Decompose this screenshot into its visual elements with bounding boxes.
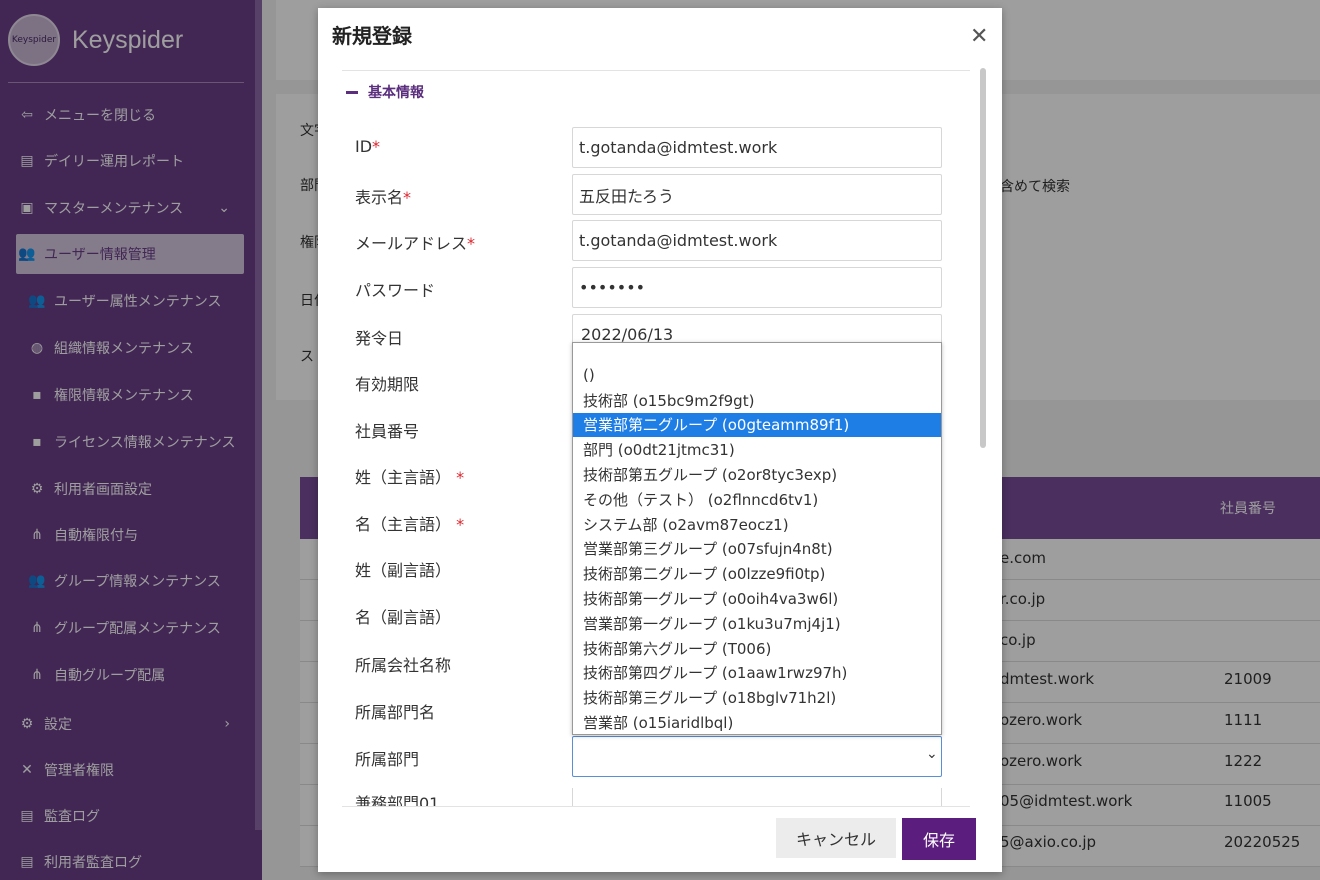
dropdown-option[interactable]: 技術部 (o15bc9m2f9gt) — [573, 388, 941, 413]
email-input[interactable]: t.gotanda@idmtest.work — [572, 220, 942, 261]
concurrent-dept-select[interactable] — [572, 788, 942, 806]
dept-dropdown-list: () 技術部 (o15bc9m2f9gt) 営業部第二グループ (o0gteam… — [572, 342, 942, 735]
clipped-row: 兼務部門01 — [342, 788, 962, 806]
field-label-first-name-secondary: 名（副言語） — [355, 608, 452, 627]
dropdown-option[interactable]: 技術部第五グループ (o2or8tyc3exp) — [573, 462, 941, 487]
dropdown-option-selected[interactable]: 営業部第二グループ (o0gteamm89f1) — [573, 412, 941, 438]
dropdown-option[interactable]: 営業部 (o15iaridlbql) — [573, 710, 941, 735]
field-label-employee-no: 社員番号 — [355, 422, 420, 441]
field-label-expiry: 有効期限 — [355, 375, 420, 394]
dropdown-option[interactable]: その他（テスト） (o2flnncd6tv1) — [573, 487, 941, 512]
field-label-dept: 所属部門 — [355, 750, 420, 769]
cancel-button[interactable]: キャンセル — [776, 818, 896, 858]
divider — [342, 70, 970, 71]
dropdown-option[interactable]: 営業部第一グループ (o1ku3u7mj4j1) — [573, 611, 941, 636]
dropdown-option[interactable]: 技術部第一グループ (o0oih4va3w6l) — [573, 586, 941, 611]
field-label-first-name-primary: 名（主言語） * — [355, 515, 465, 534]
field-label-dept-name: 所属部門名 — [355, 703, 436, 722]
close-icon[interactable]: ✕ — [970, 24, 988, 49]
field-label-issue-date: 発令日 — [355, 329, 404, 348]
collapse-icon — [346, 90, 358, 94]
field-label-password: パスワード — [355, 281, 436, 300]
dropdown-option[interactable]: システム部 (o2avm87eocz1) — [573, 512, 941, 537]
field-label-last-name-primary: 姓（主言語） * — [355, 468, 465, 487]
field-label-company-name: 所属会社名称 — [355, 656, 452, 675]
display-name-input[interactable]: 五反田たろう — [572, 174, 942, 215]
dropdown-option[interactable]: () — [573, 363, 941, 388]
field-label-last-name-secondary: 姓（副言語） — [355, 561, 452, 580]
dropdown-option[interactable]: 技術部第二グループ (o0lzze9fi0tp) — [573, 561, 941, 586]
field-label-concurrent-dept: 兼務部門01 — [355, 794, 440, 806]
modal-scrollbar[interactable] — [980, 68, 986, 448]
dropdown-option[interactable]: 部門 (o0dt21jtmc31) — [573, 437, 941, 462]
dept-select[interactable] — [572, 736, 942, 777]
password-input[interactable]: ••••••• — [572, 267, 942, 308]
dropdown-option[interactable]: 技術部第四グループ (o1aaw1rwz97h) — [573, 661, 941, 686]
field-label-id: ID* — [355, 137, 381, 156]
section-basic-info[interactable]: 基本情報 — [346, 82, 424, 102]
id-input[interactable]: t.gotanda@idmtest.work — [572, 127, 942, 168]
dropdown-option[interactable]: 営業部第三グループ (o07sfujn4n8t) — [573, 537, 941, 562]
chevron-down-icon: ⌄ — [926, 746, 938, 762]
modal-title: 新規登録 — [332, 24, 412, 48]
divider — [342, 806, 970, 807]
dropdown-option[interactable]: 技術部第六グループ (T006) — [573, 636, 941, 661]
dropdown-option[interactable]: 技術部第三グループ (o18bglv71h2l) — [573, 685, 941, 710]
field-label-display-name: 表示名* — [355, 188, 412, 207]
field-label-email: メールアドレス* — [355, 234, 476, 253]
save-button[interactable]: 保存 — [902, 818, 976, 860]
